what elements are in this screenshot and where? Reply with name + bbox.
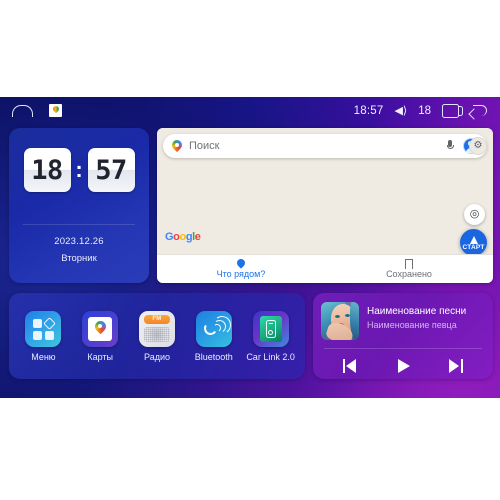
start-button-label: СТАРТ: [462, 243, 485, 251]
clock-minutes: 57: [95, 154, 127, 186]
back-icon[interactable]: [470, 104, 488, 117]
clock-hours-box: 18: [23, 148, 71, 192]
play-button[interactable]: [393, 358, 413, 374]
start-navigation-button[interactable]: СТАРТ: [460, 229, 487, 256]
flip-clock: 18 : 57: [9, 148, 149, 192]
clock-weekday: Вторник: [61, 253, 97, 264]
volume-level: 18: [418, 104, 431, 117]
google-maps-pin-icon: [171, 139, 182, 153]
car-head-unit-home-screen: 18:57 ◀⟩ 18 18 : 57 2023.12.26 Вторник П…: [0, 97, 500, 398]
album-art: [321, 302, 359, 340]
clock-minutes-box: 57: [87, 148, 135, 192]
google-logo-e: e: [194, 231, 201, 243]
app-item-bluetooth[interactable]: Bluetooth: [188, 310, 240, 362]
app-label-maps: Карты: [87, 351, 114, 362]
music-divider: [324, 348, 482, 349]
navigation-arrow-icon: [469, 235, 478, 244]
app-label-menu: Меню: [31, 351, 56, 362]
previous-track-button[interactable]: [341, 358, 361, 374]
app-item-maps[interactable]: Карты: [74, 310, 126, 362]
maps-widget[interactable]: Поиск ⚙ ◎ СТАРТ Google Что рядом? Сохран…: [157, 128, 493, 283]
locate-me-icon[interactable]: ◎: [464, 204, 485, 225]
radio-fm-band-label: FM: [143, 314, 170, 324]
app-label-radio: Радио: [143, 351, 170, 362]
clock-date: 2023.12.26: [54, 236, 104, 247]
microphone-icon[interactable]: [446, 139, 454, 153]
track-artist: Наименование певца: [367, 321, 457, 330]
clock-hours: 18: [31, 154, 63, 186]
clock-divider: [23, 224, 135, 225]
bookmark-icon: [405, 259, 413, 269]
music-player-widget[interactable]: Наименование песни Наименование певца: [313, 293, 493, 379]
bluetooth-phone-icon[interactable]: [195, 310, 232, 347]
track-title: Наименование песни: [367, 306, 467, 317]
google-maps-icon[interactable]: [49, 104, 62, 117]
google-logo: Google: [165, 232, 201, 243]
maps-icon[interactable]: [82, 310, 119, 347]
next-track-button[interactable]: [445, 358, 465, 374]
menu-grid-icon[interactable]: [25, 310, 62, 347]
clock-colon: :: [75, 157, 83, 182]
settings-gear-icon[interactable]: ⚙: [469, 137, 487, 155]
app-item-carlink[interactable]: Car Link 2.0: [245, 310, 297, 362]
radio-fm-icon[interactable]: FM: [138, 310, 175, 347]
google-logo-g1: G: [165, 231, 174, 243]
app-label-bluetooth: Bluetooth: [194, 351, 233, 362]
status-bar-left: [12, 104, 62, 117]
tab-nearby[interactable]: Что рядом?: [157, 255, 325, 283]
tab-saved[interactable]: Сохранено: [325, 255, 493, 283]
radio-speaker-grille: [143, 326, 170, 342]
status-bar-right: 18:57 ◀⟩ 18: [353, 103, 488, 118]
music-controls: [313, 353, 493, 379]
tab-nearby-label: Что рядом?: [216, 269, 266, 279]
map-tab-bar: Что рядом? Сохранено: [157, 254, 493, 283]
status-bar: 18:57 ◀⟩ 18: [0, 97, 500, 124]
search-input[interactable]: Поиск: [189, 140, 446, 152]
location-pin-icon: [237, 259, 245, 269]
app-item-menu[interactable]: Меню: [17, 310, 69, 362]
recents-icon[interactable]: [442, 103, 463, 118]
tab-saved-label: Сохранено: [386, 269, 432, 279]
status-time: 18:57: [353, 104, 384, 117]
app-item-radio[interactable]: FM Радио: [131, 310, 183, 362]
volume-icon[interactable]: ◀⟩: [394, 104, 407, 117]
app-dock: Меню Карты FM Радио Bluetooth Car Link 2…: [9, 293, 305, 379]
car-link-phone-icon[interactable]: [252, 310, 289, 347]
map-search-bar[interactable]: Поиск: [163, 134, 487, 158]
home-icon[interactable]: [12, 104, 33, 117]
clock-widget[interactable]: 18 : 57 2023.12.26 Вторник: [9, 128, 149, 283]
app-label-carlink: Car Link 2.0: [246, 351, 295, 362]
